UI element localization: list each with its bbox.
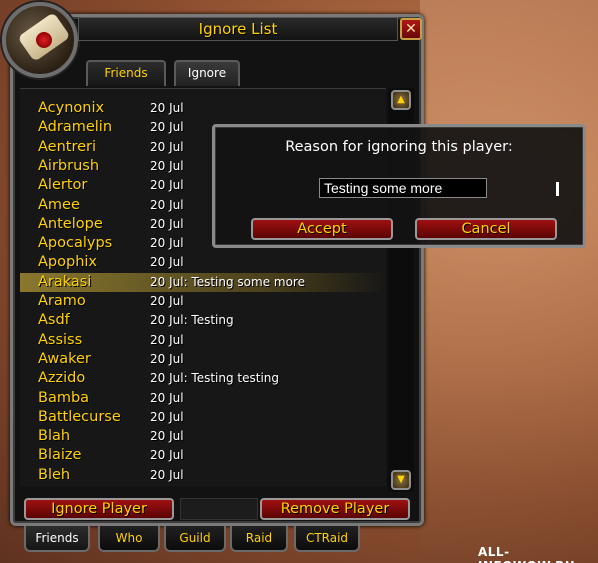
player-name: Azzido bbox=[38, 370, 86, 387]
button-divider bbox=[180, 498, 258, 520]
player-note: 20 Jul bbox=[150, 255, 184, 270]
close-button[interactable]: ✕ bbox=[400, 18, 422, 40]
tab-ignore[interactable]: Ignore bbox=[174, 60, 240, 86]
player-note: 20 Jul bbox=[150, 158, 184, 173]
scroll-portrait-icon bbox=[2, 2, 78, 78]
player-note: 20 Jul bbox=[150, 101, 184, 115]
player-name: Awaker bbox=[38, 350, 91, 367]
text-cursor bbox=[556, 182, 559, 196]
list-item[interactable]: Aramo 20 Jul bbox=[20, 292, 386, 311]
dialog-title: Reason for ignoring this player: bbox=[285, 139, 513, 155]
player-note: 20 Jul bbox=[150, 178, 184, 193]
list-item[interactable]: Arakasi 20 Jul: Testing some more bbox=[20, 272, 386, 292]
player-name: Asdf bbox=[38, 312, 70, 329]
player-note: 20 Jul: Testing testing bbox=[150, 371, 280, 386]
player-note: 20 Jul bbox=[150, 294, 184, 308]
bottom-tab-friends[interactable]: Friends bbox=[24, 526, 90, 552]
list-item[interactable]: Azzido 20 Jul: Testing testing bbox=[20, 369, 386, 388]
player-note: 20 Jul: Testing some more bbox=[150, 274, 305, 289]
player-note: 20 Jul bbox=[150, 332, 184, 347]
player-note: 20 Jul: Testing bbox=[150, 313, 234, 328]
bottom-tab-guild[interactable]: Guild bbox=[164, 526, 226, 552]
list-item[interactable]: Acynonix 20 Jul bbox=[20, 99, 386, 118]
ignore-player-button[interactable]: Ignore Player bbox=[24, 498, 174, 520]
player-note: 20 Jul bbox=[150, 236, 184, 251]
player-name: Acynonix bbox=[38, 100, 105, 116]
player-note: 20 Jul bbox=[150, 197, 184, 212]
list-item[interactable]: Bleh 20 Jul bbox=[20, 466, 386, 485]
list-item[interactable]: Apophix 20 Jul bbox=[20, 253, 386, 272]
bottom-tab-raid[interactable]: Raid bbox=[230, 526, 288, 552]
player-note: 20 Jul bbox=[150, 409, 184, 424]
player-name: Alertor bbox=[38, 177, 88, 194]
player-name: Blaize bbox=[38, 447, 82, 464]
player-note: 20 Jul bbox=[150, 429, 184, 444]
scroll-up-button[interactable]: ▲ bbox=[391, 90, 411, 110]
player-name: Arakasi bbox=[38, 273, 92, 290]
player-note: 20 Jul bbox=[150, 351, 184, 366]
player-note: 20 Jul bbox=[150, 216, 184, 231]
player-name: Assiss bbox=[38, 331, 83, 348]
cancel-button[interactable]: Cancel bbox=[415, 218, 557, 240]
player-name: Antelope bbox=[38, 215, 103, 232]
accept-button[interactable]: Accept bbox=[251, 218, 393, 240]
player-note: 20 Jul bbox=[150, 139, 184, 154]
player-name: Bleh bbox=[38, 466, 71, 483]
ignore-reason-dialog: Reason for ignoring this player: Testing… bbox=[212, 124, 586, 248]
bottom-tab-who[interactable]: Who bbox=[98, 526, 160, 552]
player-note: 20 Jul bbox=[150, 467, 184, 482]
list-item[interactable]: Blaize 20 Jul bbox=[20, 446, 386, 465]
list-item[interactable]: Awaker 20 Jul bbox=[20, 350, 386, 369]
watermark: ALL-INFOWOW.RU bbox=[478, 545, 575, 563]
player-name: Airbrush bbox=[38, 157, 100, 174]
background-landscape bbox=[420, 0, 598, 563]
list-item[interactable]: Bamba 20 Jul bbox=[20, 389, 386, 408]
tab-friends[interactable]: Friends bbox=[86, 60, 166, 86]
reason-input[interactable]: Testing some more bbox=[319, 178, 559, 198]
player-name: Bamba bbox=[38, 389, 90, 406]
player-name: Amee bbox=[38, 196, 80, 213]
player-name: Apophix bbox=[38, 254, 97, 271]
player-note: 20 Jul bbox=[150, 120, 184, 135]
player-name: Adramelin bbox=[38, 119, 113, 136]
player-note: 20 Jul bbox=[150, 448, 184, 463]
window-title: Ignore List bbox=[78, 17, 398, 41]
list-item[interactable]: Assiss 20 Jul bbox=[20, 331, 386, 350]
player-name: Blah bbox=[38, 428, 71, 445]
player-note: 20 Jul bbox=[150, 390, 184, 405]
list-item[interactable]: Asdf 20 Jul: Testing bbox=[20, 311, 386, 330]
scroll-down-button[interactable]: ▼ bbox=[391, 470, 411, 490]
wax-seal-icon bbox=[36, 32, 52, 48]
player-name: Apocalyps bbox=[38, 235, 113, 252]
player-name: Battlecurse bbox=[38, 408, 121, 425]
player-name: Aramo bbox=[38, 293, 86, 309]
bottom-tab-ctraid[interactable]: CTRaid bbox=[294, 526, 360, 552]
reason-input-value: Testing some more bbox=[324, 180, 443, 196]
list-item[interactable]: Blah 20 Jul bbox=[20, 427, 386, 446]
list-item[interactable]: Battlecurse 20 Jul bbox=[20, 408, 386, 427]
player-name: Aentreri bbox=[38, 138, 97, 155]
remove-player-button[interactable]: Remove Player bbox=[260, 498, 410, 520]
